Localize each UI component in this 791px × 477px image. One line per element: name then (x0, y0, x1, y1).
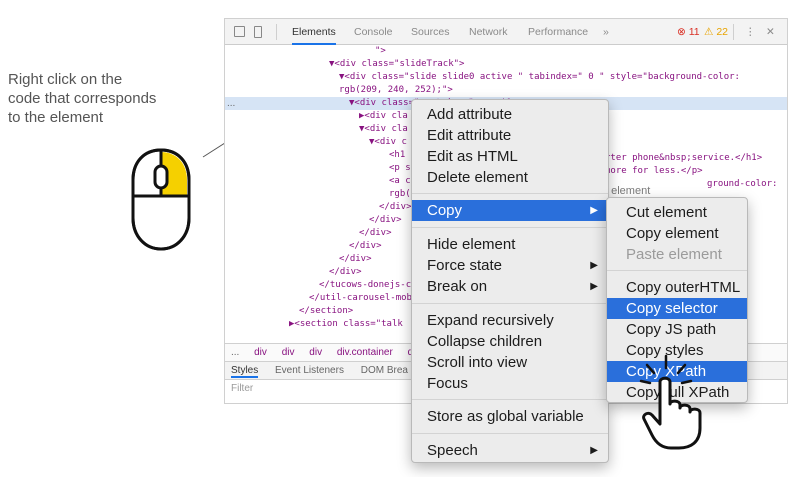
mouse-icon (128, 148, 194, 257)
breadcrumb-item[interactable]: div (282, 347, 295, 358)
tab-event-listeners[interactable]: Event Listeners (275, 365, 344, 376)
code-fragment: t element (605, 185, 651, 197)
submenu-item-copy-element[interactable]: Copy element (607, 223, 747, 244)
selected-ellipsis: ... (227, 98, 236, 109)
menu-item-scroll-into-view[interactable]: Scroll into view (412, 352, 608, 373)
breadcrumb-item[interactable]: div.container (337, 347, 393, 358)
menu-item-hide-element[interactable]: Hide element (412, 234, 608, 255)
menu-item-speech-label: Speech (427, 442, 478, 459)
error-count: 11 (688, 26, 700, 38)
warning-count: 22 (716, 26, 729, 38)
close-icon[interactable]: ✕ (766, 19, 775, 45)
inspect-icon[interactable] (234, 19, 245, 45)
menu-item-force-state-label: Force state (427, 257, 503, 274)
menu-item-focus[interactable]: Focus (412, 373, 608, 394)
chevron-right-icon: ▶ (590, 445, 598, 456)
menu-item-store-as-global-variable[interactable]: Store as global variable (412, 406, 608, 427)
dom-line[interactable]: "> (225, 45, 787, 58)
menu-item-break-on[interactable]: Break on ▶ (412, 276, 608, 297)
breadcrumb-item[interactable]: div (254, 347, 267, 358)
menu-item-expand-recursively[interactable]: Expand recursively (412, 310, 608, 331)
menu-item-copy[interactable]: Copy ▶ (412, 200, 608, 221)
menu-item-copy-label: Copy (427, 202, 463, 219)
chevron-right-icon: ▶ (590, 260, 598, 271)
devtools-toolbar: Elements Console Sources Network Perform… (225, 19, 787, 45)
tab-sources[interactable]: Sources (411, 19, 450, 45)
warning-count-badge[interactable]: ⚠ 22 (704, 19, 728, 45)
tab-styles[interactable]: Styles (231, 365, 259, 378)
menu-item-edit-as-html[interactable]: Edit as HTML (412, 146, 608, 167)
tab-network[interactable]: Network (469, 19, 508, 45)
submenu-item-copy-selector[interactable]: Copy selector (607, 298, 747, 319)
menu-item-edit-attribute[interactable]: Edit attribute (412, 125, 608, 146)
kebab-menu-icon[interactable]: ⋮ (745, 19, 756, 45)
code-fragment: rter phone&nbsp;service.</h1> (605, 153, 763, 163)
dom-line[interactable]: rgb(209, 240, 252);"> (225, 84, 787, 97)
submenu-item-paste-element: Paste element (626, 246, 722, 263)
dom-line[interactable]: ▼<div class="slide slide0 active " tabin… (225, 71, 787, 84)
device-icon[interactable] (254, 19, 262, 45)
menu-item-force-state[interactable]: Force state ▶ (412, 255, 608, 276)
menu-item-break-on-label: Break on (427, 278, 488, 295)
menu-item-add-attribute[interactable]: Add attribute (412, 104, 608, 125)
submenu-item-cut-element[interactable]: Cut element (607, 202, 747, 223)
context-menu: Add attribute Edit attribute Edit as HTM… (411, 99, 609, 463)
breadcrumb-item[interactable]: div (309, 347, 322, 358)
error-count-badge[interactable]: ⊗ 11 (677, 19, 700, 45)
menu-item-speech[interactable]: Speech ▶ (412, 440, 608, 461)
hand-pointer-icon (636, 352, 712, 455)
tab-performance[interactable]: Performance (528, 19, 588, 45)
more-tabs-button[interactable]: » (603, 19, 609, 45)
submenu-item-copy-js-path[interactable]: Copy JS path (607, 319, 747, 340)
tab-dom-breakpoints[interactable]: DOM Brea (361, 365, 408, 376)
tab-elements[interactable]: Elements (292, 19, 336, 45)
chevron-right-icon: ▶ (590, 205, 598, 216)
code-fragment: ground-color: (707, 179, 778, 189)
chevron-right-icon: ▶ (590, 281, 598, 292)
breadcrumb-item[interactable]: ... (231, 347, 239, 358)
dom-line[interactable]: ▼<div class="slideTrack"> (225, 58, 787, 71)
menu-item-delete-element[interactable]: Delete element (412, 167, 608, 188)
filter-input[interactable]: Filter (231, 383, 253, 394)
tab-console[interactable]: Console (354, 19, 393, 45)
menu-item-collapse-children[interactable]: Collapse children (412, 331, 608, 352)
code-fragment: more for less.</p> (605, 166, 703, 176)
submenu-item-copy-outerhtml[interactable]: Copy outerHTML (607, 277, 747, 298)
